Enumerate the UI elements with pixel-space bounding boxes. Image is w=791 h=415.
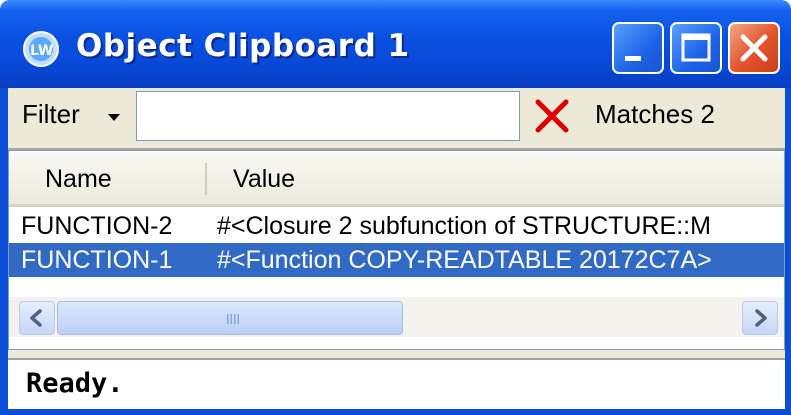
maximize-icon <box>681 33 711 62</box>
filter-label[interactable]: Filter <box>22 99 80 130</box>
column-divider[interactable] <box>205 163 207 195</box>
column-header-name[interactable]: Name <box>45 165 112 194</box>
lw-logo-icon: LW <box>23 31 59 67</box>
filter-toolbar: Filter Matches 2 <box>8 88 785 148</box>
status-bar: Ready. <box>8 358 785 409</box>
arrow-right-icon <box>755 309 767 327</box>
arrow-left-icon <box>30 309 42 327</box>
status-text: Ready. <box>26 368 124 399</box>
grip-icon <box>227 314 239 324</box>
object-clipboard-window: LW Object Clipboard 1 Filter Matches 2 N… <box>0 0 791 415</box>
scroll-right-button[interactable] <box>742 301 778 335</box>
scrollbar-thumb[interactable] <box>57 301 403 335</box>
svg-text:LW: LW <box>30 43 53 59</box>
matches-count: Matches 2 <box>595 99 715 129</box>
filter-input[interactable] <box>136 91 520 141</box>
status-divider <box>8 350 785 356</box>
title-bar[interactable]: LW Object Clipboard 1 <box>0 0 791 88</box>
scroll-left-button[interactable] <box>19 301 55 335</box>
horizontal-scrollbar[interactable] <box>9 297 784 337</box>
list-item-name: FUNCTION-2 <box>21 212 173 240</box>
column-header-value[interactable]: Value <box>233 165 295 194</box>
object-list: Name Value FUNCTION-2 #<Closure 2 subfun… <box>8 150 785 350</box>
list-item-value: #<Closure 2 subfunction of STRUCTURE::M <box>217 212 711 240</box>
window-title: Object Clipboard 1 <box>76 28 410 64</box>
close-button[interactable] <box>728 22 780 74</box>
list-item[interactable]: FUNCTION-2 #<Closure 2 subfunction of ST… <box>9 209 784 243</box>
minimize-button[interactable] <box>612 22 664 74</box>
list-item-value: #<Function COPY-READTABLE 20172C7A> <box>217 246 712 274</box>
close-icon <box>740 34 768 62</box>
client-area: Filter Matches 2 Name Value FUNCTION-2 #… <box>8 88 785 409</box>
minimize-icon <box>625 56 641 61</box>
maximize-button[interactable] <box>670 22 722 74</box>
list-header: Name Value <box>9 151 784 207</box>
list-item-selected[interactable]: FUNCTION-1 #<Function COPY-READTABLE 201… <box>9 243 784 277</box>
red-x-icon[interactable] <box>532 96 572 136</box>
chevron-down-icon[interactable] <box>108 114 120 121</box>
list-item-name: FUNCTION-1 <box>21 246 173 274</box>
